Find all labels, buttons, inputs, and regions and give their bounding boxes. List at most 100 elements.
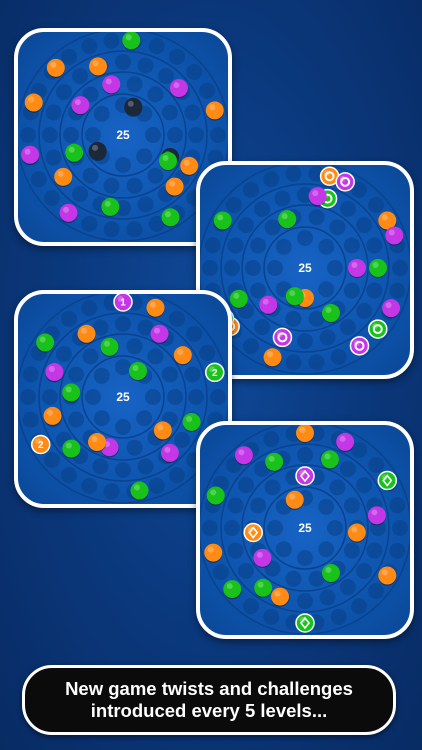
green-piece[interactable] [368, 319, 388, 340]
green-piece[interactable] [320, 450, 339, 470]
orange-piece[interactable] [77, 324, 96, 344]
green-piece[interactable]: 2 [205, 362, 225, 383]
green-piece[interactable] [100, 337, 119, 357]
purple-piece[interactable] [336, 432, 355, 453]
empty-slot [22, 366, 39, 383]
green-piece[interactable] [278, 210, 297, 230]
green-piece[interactable] [62, 439, 81, 459]
purple-piece[interactable] [150, 324, 169, 344]
purple-piece[interactable] [348, 259, 366, 279]
purple-piece[interactable] [21, 145, 40, 165]
orange-piece[interactable]: 2 [30, 434, 51, 455]
orange-piece[interactable] [205, 101, 224, 121]
empty-slot [186, 326, 203, 343]
empty-slot [343, 237, 360, 254]
orange-piece[interactable] [243, 522, 263, 543]
orange-piece[interactable] [165, 177, 184, 197]
purple-piece[interactable] [160, 443, 179, 464]
green-piece[interactable] [130, 481, 149, 501]
game-board-4: 25 [200, 425, 410, 635]
green-piece[interactable] [101, 197, 120, 218]
green-piece[interactable] [161, 208, 180, 228]
green-piece[interactable] [223, 580, 242, 600]
purple-piece[interactable] [385, 226, 404, 246]
green-piece[interactable] [254, 578, 273, 598]
empty-slot [264, 219, 281, 236]
purple-piece[interactable] [102, 75, 121, 95]
orange-piece[interactable] [263, 348, 282, 368]
empty-slot [274, 190, 291, 207]
empty-slot [45, 104, 62, 121]
empty-slot [42, 389, 58, 405]
green-piece[interactable] [295, 613, 315, 634]
purple-piece[interactable] [335, 172, 355, 193]
green-piece[interactable] [285, 287, 304, 307]
empty-slot [285, 354, 302, 371]
purple-piece[interactable] [234, 446, 253, 466]
orange-piece[interactable] [43, 406, 62, 427]
green-piece[interactable] [129, 362, 147, 382]
empty-slot [297, 447, 313, 463]
empty-slot [264, 479, 281, 496]
purple-piece[interactable] [45, 363, 64, 383]
black-piece[interactable] [88, 141, 107, 162]
purple-piece[interactable] [59, 203, 78, 224]
green-piece[interactable] [122, 32, 141, 51]
purple-piece[interactable] [169, 79, 188, 99]
empty-slot [202, 260, 218, 276]
empty-slot [389, 282, 406, 299]
empty-slot [366, 237, 383, 254]
orange-piece[interactable] [88, 433, 106, 453]
purple-piece[interactable]: 1 [113, 294, 133, 313]
orange-piece[interactable] [204, 543, 223, 563]
green-piece[interactable] [265, 452, 284, 473]
purple-piece[interactable] [308, 187, 327, 207]
purple-piece[interactable] [367, 506, 386, 526]
empty-slot [327, 520, 343, 536]
green-piece[interactable] [322, 304, 340, 324]
empty-slot [254, 319, 271, 336]
empty-slot [20, 389, 36, 405]
orange-piece[interactable] [347, 523, 366, 543]
empty-slot [184, 366, 201, 383]
board-card-4[interactable]: 25 [196, 421, 414, 639]
purple-piece[interactable] [295, 466, 315, 487]
orange-piece[interactable] [46, 58, 65, 79]
purple-piece[interactable] [259, 295, 278, 315]
orange-piece[interactable] [153, 421, 172, 441]
orange-piece[interactable] [296, 425, 314, 444]
orange-piece[interactable] [180, 156, 199, 177]
green-piece[interactable] [213, 211, 232, 231]
orange-piece[interactable] [24, 93, 43, 113]
empty-slot [237, 217, 254, 234]
green-piece[interactable] [206, 486, 225, 506]
green-piece[interactable] [182, 412, 201, 433]
green-piece[interactable] [229, 289, 248, 310]
green-piece[interactable] [322, 564, 340, 584]
empty-slot [245, 260, 261, 276]
empty-slot [285, 310, 302, 327]
orange-piece[interactable] [146, 298, 165, 318]
purple-piece[interactable] [272, 327, 293, 348]
orange-piece[interactable] [378, 566, 397, 586]
green-piece[interactable] [62, 383, 81, 403]
empty-slot [330, 608, 347, 625]
purple-piece[interactable] [71, 96, 90, 116]
black-piece[interactable] [124, 97, 143, 118]
empty-slot [319, 589, 336, 606]
green-piece[interactable] [36, 333, 55, 353]
empty-slot [168, 310, 185, 327]
green-piece[interactable] [369, 259, 387, 279]
empty-slot [285, 165, 302, 182]
purple-piece[interactable] [382, 299, 401, 319]
orange-piece[interactable] [173, 346, 192, 366]
orange-piece[interactable] [54, 167, 73, 188]
green-piece[interactable] [65, 143, 84, 163]
orange-piece[interactable] [271, 587, 290, 607]
green-piece[interactable] [159, 152, 178, 172]
green-piece[interactable] [377, 470, 398, 491]
purple-piece[interactable] [349, 336, 370, 357]
orange-piece[interactable] [285, 490, 304, 511]
purple-piece[interactable] [253, 548, 272, 569]
orange-piece[interactable] [89, 57, 108, 77]
